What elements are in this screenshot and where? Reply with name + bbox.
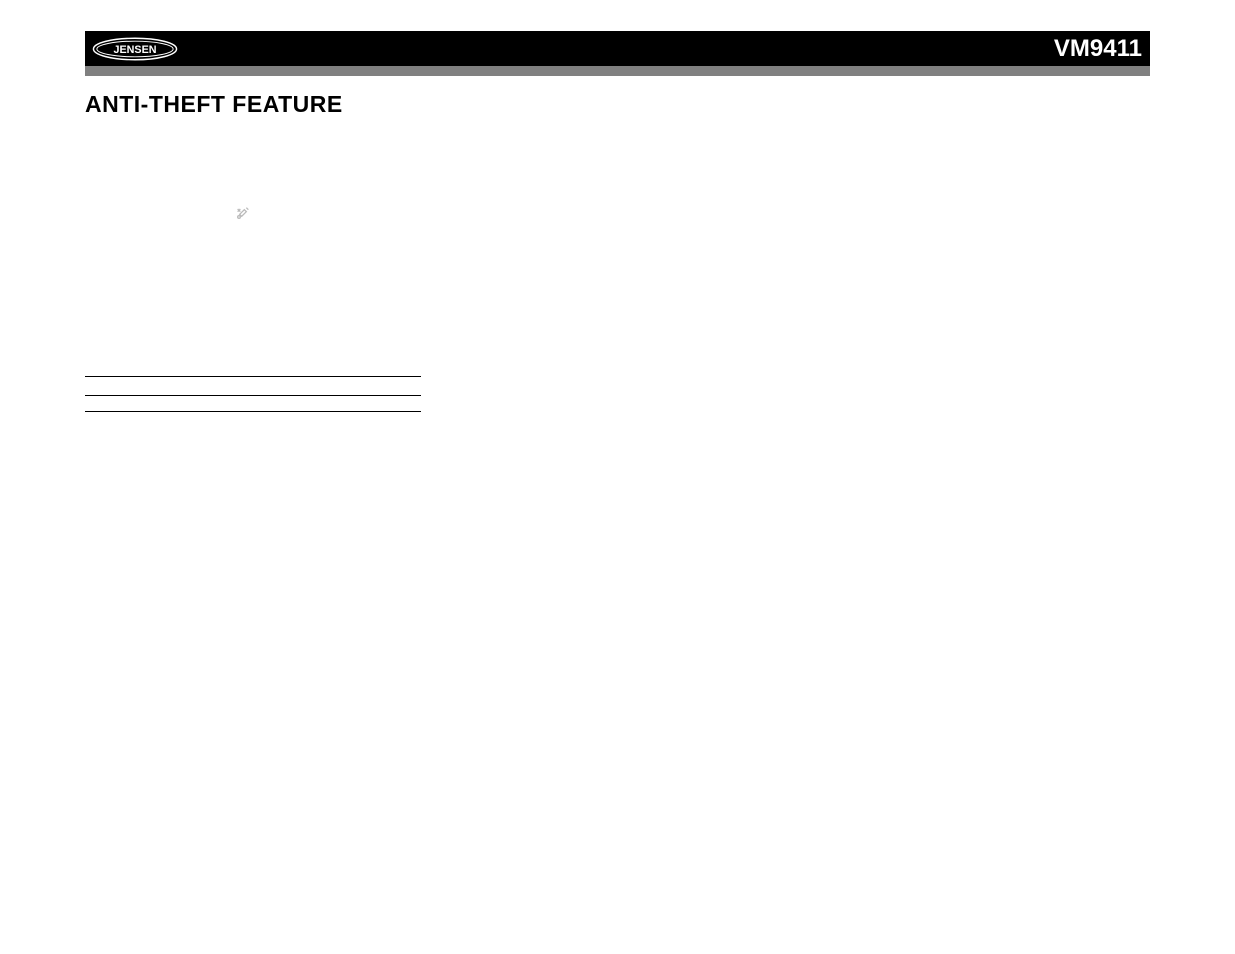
step-number: 2. <box>460 217 478 241</box>
list-item: 2. From the Setup Menu, touch the icon <box>85 205 420 233</box>
step-text: Use the touch screen keypad to enter you… <box>103 236 420 260</box>
delete-section-title: Delete Anti-Theft Code <box>85 298 420 312</box>
code-entry-row <box>85 398 420 414</box>
intro-paragraph: The Anti-Theft Feature is intended to pr… <box>85 126 420 162</box>
tools-icon <box>235 205 251 221</box>
step-number: 1. <box>85 190 103 202</box>
fr-char-label: 2ème caractère <box>544 348 628 359</box>
step-text: Touch SETUP on the Main Menu screen to a… <box>103 190 420 202</box>
code-entry-cell <box>169 400 253 412</box>
left-column: The Anti-Theft Feature is intended to pr… <box>85 126 420 414</box>
step-text: Utilisez le clavier de l'écran tactile p… <box>478 244 1150 256</box>
code-entry-cell <box>85 400 169 412</box>
fr-char-label: 1ère caractère <box>460 348 544 359</box>
char-label: 1st Character <box>85 380 169 391</box>
step-text: Touchez SETUP sur le menu principal pour… <box>478 202 1150 214</box>
page-container: JENSEN VM9411 ANTI-THEFT FEATURE The Ant… <box>0 0 1235 414</box>
list-item: 4. Une fois que le code est accepté, la … <box>460 259 1150 271</box>
content-columns: The Anti-Theft Feature is intended to pr… <box>85 126 1150 414</box>
fr-intro: La caractéristique antivol sert à protég… <box>460 154 1150 178</box>
step-text: Une fois que le code est accepté, la fon… <box>478 259 1150 271</box>
right-column: CARACTÉRISTIQUE ANTIVOL La caractéristiq… <box>460 126 1150 414</box>
list-item: 3. Utilisez le clavier de l'écran tactil… <box>460 244 1150 256</box>
fr-code-header-row: 1ère caractère 2ème caractère 3ème carac… <box>460 344 796 363</box>
fr-code-record-table: Noter et garder votre code antivol dans … <box>460 329 1150 363</box>
code-record-table: Record and keep your anti-theft code in … <box>85 362 420 414</box>
step-number: 3. <box>85 236 103 260</box>
fr-activate-title: Activer la fonction antivol <box>460 186 1150 199</box>
fr-delete-title: Supprimer le code antivol <box>460 279 1150 292</box>
fr-activate-steps-list: 1. Touchez SETUP sur le menu principal p… <box>460 202 1150 272</box>
list-item: 1. Touchez SETUP sur le menu principal p… <box>460 202 1150 214</box>
fr-char-label: 4ème caractère <box>712 348 796 359</box>
activate-section-title: Activate Anti-Theft Function <box>85 172 420 186</box>
delete-text: To delete or change the password, touch … <box>85 315 420 351</box>
step-number: 4. <box>85 263 103 287</box>
char-label: 4th Character <box>337 380 421 391</box>
code-entry-cell <box>337 400 421 412</box>
fr-code-record-title: Noter et garder votre code antivol dans … <box>460 329 1150 340</box>
code-header-row: 1st Character 2nd Character 3rd Characte… <box>85 376 421 395</box>
step-text: From the Setup Menu, touch the icon to a… <box>103 205 420 233</box>
model-number: VM9411 <box>1054 35 1142 63</box>
svg-text:JENSEN: JENSEN <box>113 43 156 55</box>
code-record-title: Record and keep your anti-theft code in … <box>85 362 420 373</box>
activate-steps-list: 1. Touch SETUP on the Main Menu screen t… <box>85 190 420 288</box>
fr-title: CARACTÉRISTIQUE ANTIVOL <box>460 136 1150 150</box>
step-number: 1. <box>460 202 478 214</box>
fr-delete-text: Pour supprimer ou changer le mot de pass… <box>460 295 1150 319</box>
gray-separator-bar <box>85 66 1150 76</box>
code-entry-cell <box>253 400 337 412</box>
page-title: ANTI-THEFT FEATURE <box>85 91 1150 118</box>
step-number: 4. <box>460 259 478 271</box>
step-number: 3. <box>460 244 478 256</box>
jensen-logo: JENSEN <box>91 36 179 62</box>
step-number: 2. <box>85 205 103 233</box>
list-item: 2. Du menu Setup Menu (menu de réglage),… <box>460 217 1150 241</box>
header-bar: JENSEN VM9411 <box>85 31 1150 66</box>
step-text-part: From the Setup Menu, touch the <box>103 207 235 217</box>
char-label: 2nd Character <box>169 380 253 391</box>
list-item: 1. Touch SETUP on the Main Menu screen t… <box>85 190 420 202</box>
list-item: 4. Once the code is accepted, the Anti-T… <box>85 263 420 287</box>
list-item: 3. Use the touch screen keypad to enter … <box>85 236 420 260</box>
char-label: 3rd Character <box>253 380 337 391</box>
fr-char-label: 3ème caractère <box>628 348 712 359</box>
step-text: Du menu Setup Menu (menu de réglage), to… <box>478 217 1150 241</box>
step-text: Once the code is accepted, the Anti-Thef… <box>103 263 420 287</box>
